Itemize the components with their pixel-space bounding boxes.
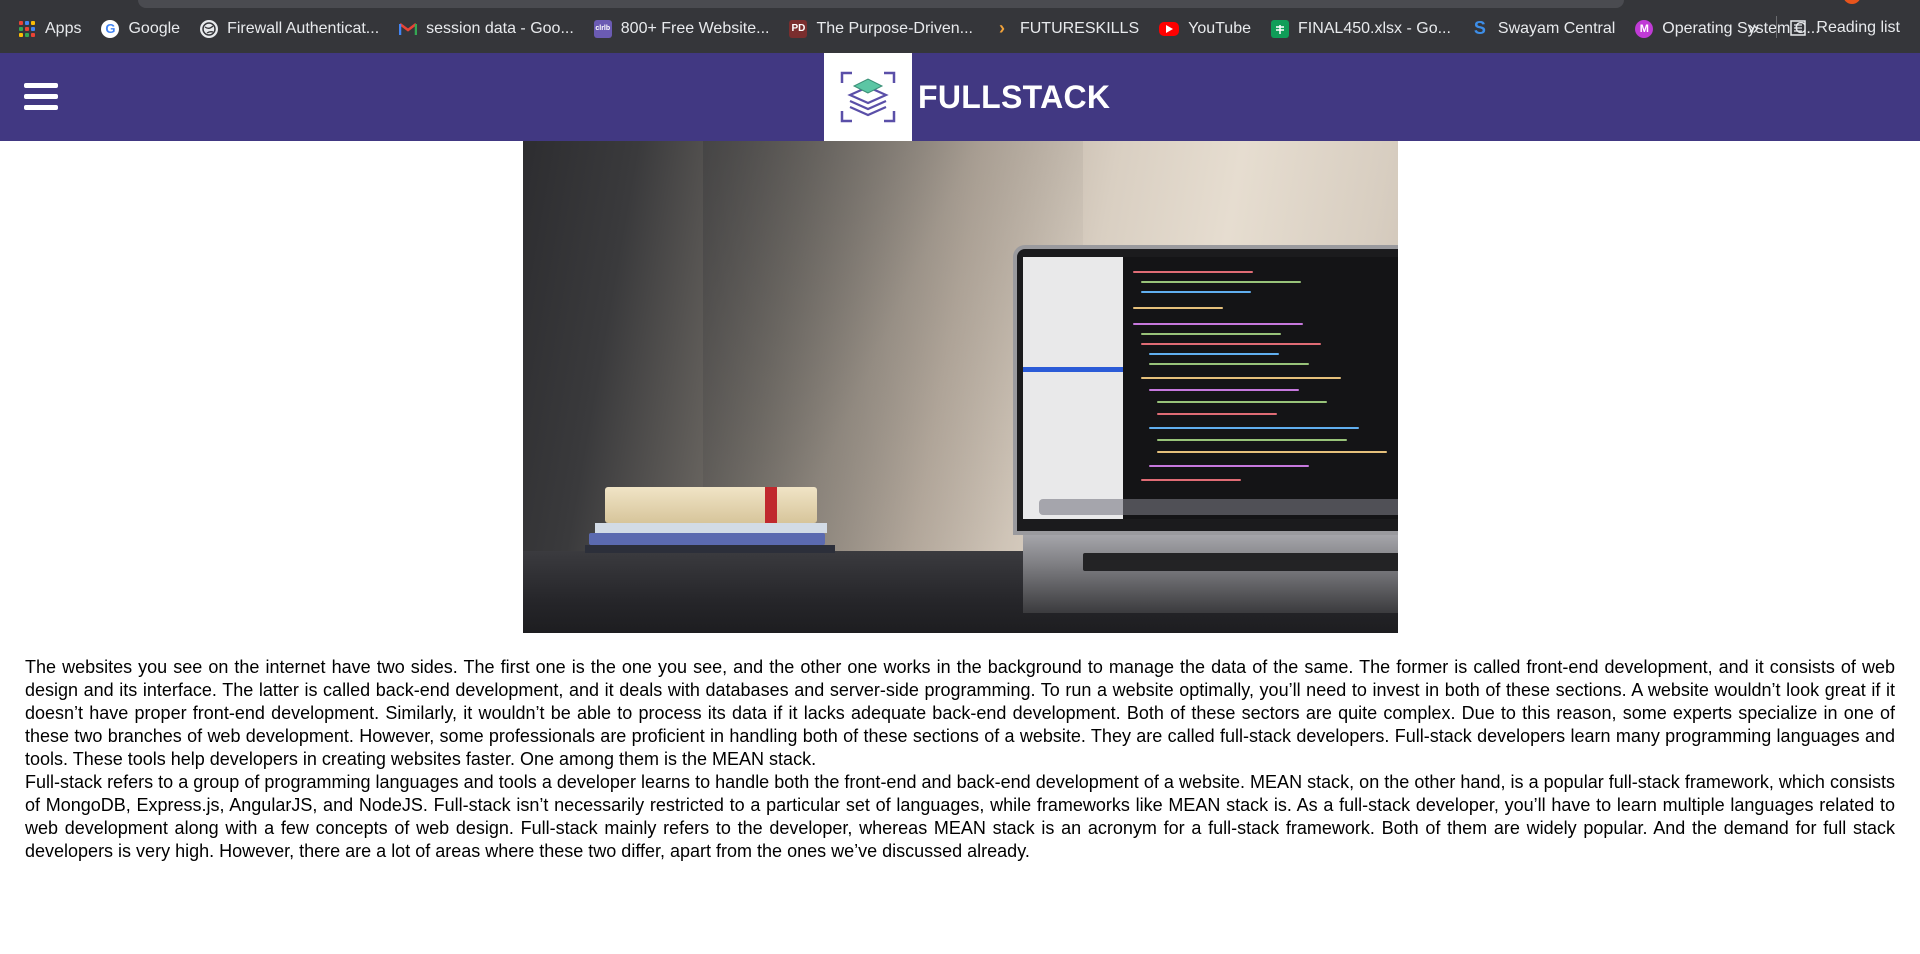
bookmark-label: Swayam Central	[1497, 19, 1616, 37]
colorlib-icon: clrlb	[593, 19, 612, 38]
logo[interactable]	[824, 53, 912, 141]
bookmark-label: YouTube	[1188, 19, 1251, 37]
article-paragraph: Full-stack refers to a group of programm…	[25, 772, 1895, 861]
bookmark-youtube[interactable]: YouTube	[1159, 12, 1251, 42]
gmail-icon	[399, 20, 418, 38]
bookmark-label: Google	[128, 19, 181, 37]
bookmark-label: The Purpose-Driven...	[816, 19, 973, 37]
brand-name[interactable]: FULLSTACK	[918, 79, 1110, 116]
book-icon: PD	[789, 19, 808, 38]
divider	[1776, 15, 1778, 38]
bookmark-purpose-driven[interactable]: PD The Purpose-Driven...	[789, 12, 973, 42]
bookmark-apps[interactable]: Apps	[18, 12, 81, 42]
bookmark-label: FUTURESKILLS	[1019, 19, 1140, 37]
article-body: The websites you see on the internet hav…	[25, 656, 1895, 863]
globe-icon	[200, 19, 219, 38]
bookmark-label: 800+ Free Website...	[620, 19, 770, 37]
youtube-icon	[1159, 21, 1180, 36]
site-header: FULLSTACK	[0, 53, 1920, 141]
reading-list-label: Reading list	[1816, 19, 1900, 36]
bookmark-final450[interactable]: FINAL450.xlsx - Go...	[1270, 12, 1451, 42]
bookmark-google[interactable]: G Google	[101, 12, 180, 42]
bookmarks-right: » Reading list	[1748, 0, 1920, 53]
books-illustration	[575, 487, 835, 557]
bookmark-futureskills[interactable]: › FUTURESKILLS	[993, 12, 1139, 42]
m-icon: M	[1635, 19, 1654, 38]
bookmark-session-data[interactable]: session data - Goo...	[399, 12, 574, 42]
apps-grid-icon	[18, 20, 36, 38]
bookmark-swayam[interactable]: S Swayam Central	[1471, 12, 1615, 42]
more-bookmarks-button[interactable]: »	[1748, 15, 1758, 39]
sheets-icon	[1270, 19, 1289, 38]
bookmark-label: Apps	[45, 19, 82, 37]
reading-list-icon	[1789, 19, 1807, 37]
reading-list-button[interactable]: Reading list	[1789, 16, 1900, 37]
bookmark-label: session data - Goo...	[426, 19, 574, 37]
stacked-layers-logo-icon	[840, 71, 896, 123]
bookmark-free-website[interactable]: clrlb 800+ Free Website...	[593, 12, 770, 42]
swayam-icon: S	[1473, 18, 1486, 38]
hamburger-menu-icon[interactable]	[24, 83, 58, 113]
bookmark-label: FINAL450.xlsx - Go...	[1297, 19, 1451, 37]
bookmark-label: Firewall Authenticat...	[227, 19, 380, 37]
hero-image-laptop-on-desk	[523, 141, 1398, 633]
browser-tab-strip	[138, 0, 1624, 8]
google-icon: G	[101, 19, 120, 38]
laptop-illustration	[1013, 245, 1398, 613]
chevron-right-icon: ›	[998, 18, 1005, 38]
article-paragraph: The websites you see on the internet hav…	[25, 657, 1895, 769]
bookmark-firewall[interactable]: Firewall Authenticat...	[200, 12, 379, 42]
bookmarks-bar: Apps G Google Firewall Authenticat... se…	[0, 0, 1920, 53]
